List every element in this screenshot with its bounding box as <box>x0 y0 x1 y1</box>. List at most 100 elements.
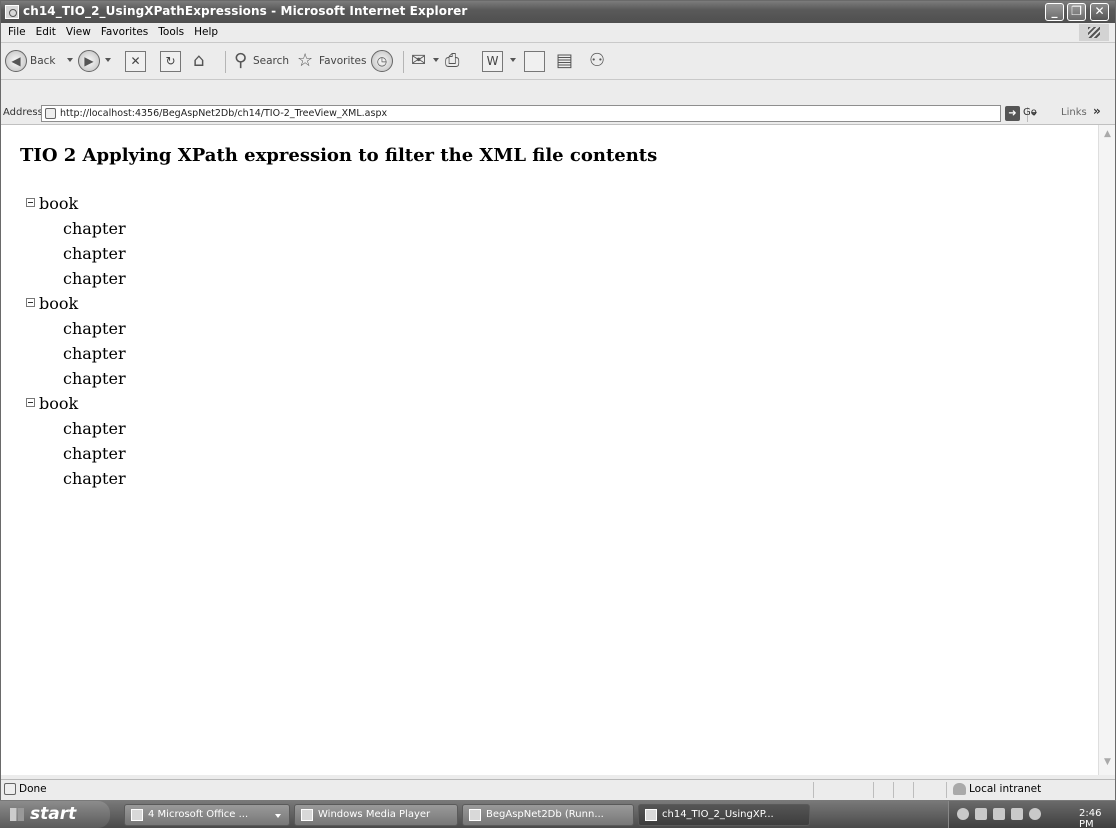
window-title: ch14_TIO_2_UsingXPathExpressions - Micro… <box>23 4 468 18</box>
close-button[interactable]: ✕ <box>1090 3 1109 21</box>
tree-node-chapter[interactable]: chapter <box>26 418 126 443</box>
page-heading: TIO 2 Applying XPath expression to filte… <box>20 145 658 166</box>
links-chevron-icon[interactable]: » <box>1093 104 1101 118</box>
group-dropdown-icon <box>275 814 281 818</box>
research-icon[interactable]: ▤ <box>556 49 573 73</box>
status-pane-divider <box>873 782 874 798</box>
search-button-label[interactable]: Search <box>253 50 289 72</box>
messenger-icon[interactable]: ⚇ <box>589 49 605 73</box>
edit-word-icon[interactable]: W <box>482 51 503 72</box>
tree-node-book[interactable]: book <box>26 193 126 218</box>
collapse-toggle-icon[interactable] <box>26 298 35 307</box>
visual-studio-icon <box>469 809 481 821</box>
page-status-icon <box>4 783 16 795</box>
edit-dropdown-icon[interactable] <box>510 58 516 62</box>
tray-volume-icon[interactable] <box>1029 808 1041 820</box>
menu-favorites[interactable]: Favorites <box>96 23 153 42</box>
address-label: Address <box>3 107 43 118</box>
menu-file[interactable]: File <box>3 23 31 42</box>
collapse-toggle-icon[interactable] <box>26 198 35 207</box>
toolbar-separator <box>403 51 404 73</box>
menu-view[interactable]: View <box>61 23 96 42</box>
back-dropdown-icon[interactable] <box>67 58 73 62</box>
collapse-toggle-icon[interactable] <box>26 398 35 407</box>
go-arrow-icon[interactable]: ➜ <box>1005 106 1020 121</box>
menu-help[interactable]: Help <box>189 23 223 42</box>
intranet-zone-icon <box>953 783 966 795</box>
status-pane-divider <box>913 782 914 798</box>
status-text: Done <box>19 783 47 795</box>
tree-node-chapter[interactable]: chapter <box>26 218 126 243</box>
tray-network-icon[interactable] <box>993 808 1005 820</box>
address-input[interactable]: http://localhost:4356/BegAspNet2Db/ch14/… <box>41 105 1037 122</box>
tray-update-icon[interactable] <box>1011 808 1023 820</box>
browser-window: ch14_TIO_2_UsingXPathExpressions - Micro… <box>0 0 1116 828</box>
search-icon[interactable]: ⚲ <box>234 49 247 73</box>
start-label: start <box>30 804 77 824</box>
tree-node-label[interactable]: book <box>39 294 78 313</box>
back-arrow-icon[interactable]: ◀ <box>5 50 27 72</box>
office-icon <box>131 809 143 821</box>
minimize-button[interactable]: _ <box>1045 3 1064 21</box>
status-bar: Done Local intranet <box>1 779 1115 800</box>
tree-node-chapter[interactable]: chapter <box>26 268 126 293</box>
taskbar-clock[interactable]: 2:46 PM <box>1079 808 1116 830</box>
ie-app-icon[interactable] <box>5 5 19 19</box>
favorites-star-icon[interactable]: ☆ <box>297 49 313 73</box>
taskbar-item-visual-studio[interactable]: BegAspNet2Db (Runn... <box>462 804 634 826</box>
standard-toolbar: ◀ Back ▶ ✕ ↻ ⌂ ⚲ Search ☆ Favorites ◷ ✉ … <box>1 43 1115 80</box>
scroll-up-icon[interactable]: ▲ <box>1102 129 1113 140</box>
tray-app-icon[interactable] <box>975 808 987 820</box>
tree-node-chapter[interactable]: chapter <box>26 368 126 393</box>
taskbar-item-label: 4 Microsoft Office ... <box>148 809 249 820</box>
back-button-label[interactable]: Back <box>30 50 56 72</box>
links-label[interactable]: Links <box>1061 107 1087 118</box>
tray-collapse-icon[interactable] <box>957 808 969 820</box>
title-bar[interactable]: ch14_TIO_2_UsingXPathExpressions - Micro… <box>1 1 1115 23</box>
tree-node-label[interactable]: book <box>39 394 78 413</box>
tree-node-chapter[interactable]: chapter <box>26 318 126 343</box>
system-tray: 2:46 PM <box>948 801 1116 830</box>
tree-node-chapter[interactable]: chapter <box>26 243 126 268</box>
ie-icon <box>645 809 657 821</box>
forward-dropdown-icon[interactable] <box>105 58 111 62</box>
status-pane-divider <box>893 782 894 798</box>
taskbar: start 4 Microsoft Office ... Windows Med… <box>0 800 1116 830</box>
history-icon[interactable]: ◷ <box>371 50 393 72</box>
tree-node-chapter[interactable]: chapter <box>26 343 126 368</box>
toolbar-separator <box>225 51 226 73</box>
menu-edit[interactable]: Edit <box>31 23 61 42</box>
discuss-icon[interactable] <box>524 51 545 72</box>
tree-node-chapter[interactable]: chapter <box>26 443 126 468</box>
favorites-button-label[interactable]: Favorites <box>319 50 366 72</box>
print-icon[interactable]: ⎙ <box>445 49 459 73</box>
address-url[interactable]: http://localhost:4356/BegAspNet2Db/ch14/… <box>60 108 387 119</box>
taskbar-item-label: Windows Media Player <box>318 809 431 820</box>
taskbar-item-label: ch14_TIO_2_UsingXP... <box>662 809 774 820</box>
page-icon <box>45 108 56 119</box>
start-button[interactable]: start <box>0 801 110 828</box>
media-player-icon <box>301 809 313 821</box>
windows-flag-icon <box>1079 24 1109 41</box>
tree-node-chapter[interactable]: chapter <box>26 468 126 493</box>
refresh-icon[interactable]: ↻ <box>160 51 181 72</box>
tree-node-label[interactable]: book <box>39 194 78 213</box>
taskbar-item-ie-window[interactable]: ch14_TIO_2_UsingXP... <box>638 804 810 826</box>
forward-arrow-icon[interactable]: ▶ <box>78 50 100 72</box>
home-icon[interactable]: ⌂ <box>193 49 204 73</box>
xml-tree-view: book chapter chapter chapter book chapte… <box>26 193 126 493</box>
tree-node-book[interactable]: book <box>26 393 126 418</box>
maximize-button[interactable]: ❐ <box>1067 3 1086 21</box>
menu-tools[interactable]: Tools <box>153 23 189 42</box>
scroll-down-icon[interactable]: ▼ <box>1102 757 1113 768</box>
stop-icon[interactable]: ✕ <box>125 51 146 72</box>
mail-dropdown-icon[interactable] <box>433 58 439 62</box>
go-button[interactable]: Go <box>1023 107 1037 118</box>
mail-icon[interactable]: ✉ <box>411 49 426 73</box>
tree-node-book[interactable]: book <box>26 293 126 318</box>
taskbar-item-media-player[interactable]: Windows Media Player <box>294 804 458 826</box>
address-bar: Address http://localhost:4356/BegAspNet2… <box>1 104 1115 125</box>
taskbar-item-label: BegAspNet2Db (Runn... <box>486 809 604 820</box>
vertical-scrollbar[interactable]: ▲ ▼ <box>1098 125 1115 775</box>
taskbar-item-office[interactable]: 4 Microsoft Office ... <box>124 804 290 826</box>
